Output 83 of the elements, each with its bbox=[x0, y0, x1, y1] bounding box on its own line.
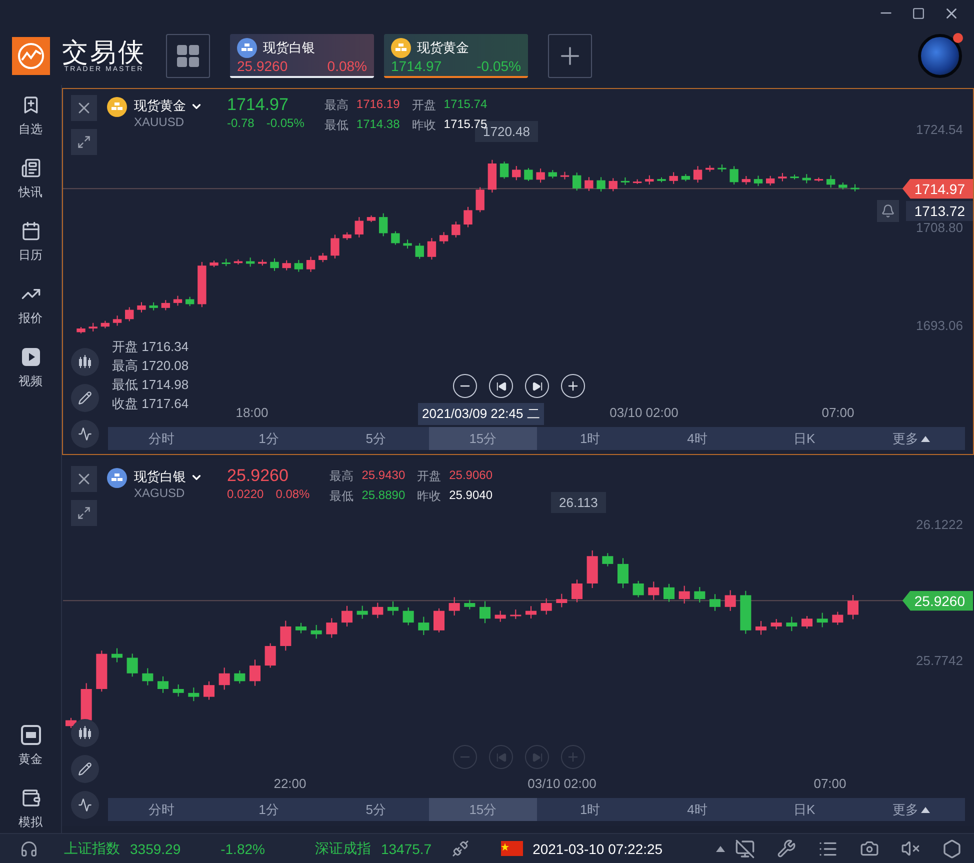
period-tab[interactable]: 1时 bbox=[536, 427, 644, 450]
ohlc-text: 最高 1720.08 bbox=[112, 357, 189, 375]
stat-label: 最高 bbox=[324, 97, 348, 114]
period-tab[interactable]: 分时 bbox=[108, 798, 216, 821]
stat-value: 1716.19 bbox=[356, 97, 400, 113]
quote-tab[interactable]: 现货黄金 1714.97 -0.05% bbox=[384, 34, 528, 78]
period-tab[interactable]: 分时 bbox=[108, 427, 216, 450]
stat-value: 25.9040 bbox=[449, 488, 493, 504]
period-tab[interactable]: 4时 bbox=[644, 427, 751, 450]
price-label: 26.113 bbox=[551, 492, 606, 513]
quote-name: 现货白银 bbox=[263, 38, 315, 56]
axis-label: 1693.06 bbox=[916, 318, 963, 333]
instrument-dropdown[interactable]: 现货黄金 bbox=[134, 97, 203, 115]
datetime-text: 2021-03-10 07:22:25 bbox=[532, 840, 663, 856]
stat-value: 25.8890 bbox=[362, 488, 406, 504]
period-tab[interactable]: 4时 bbox=[644, 798, 751, 821]
quote-change: -0.05% bbox=[476, 58, 521, 74]
axis-label: 03/10 02:00 bbox=[610, 405, 678, 420]
index-value: 13475.7 bbox=[380, 840, 432, 856]
quote-price: 1714.97 bbox=[391, 58, 442, 74]
period-tab[interactable]: 日K bbox=[750, 427, 858, 450]
axis-label: 1708.80 bbox=[916, 220, 963, 235]
ohlc-text: 开盘 1716.34 bbox=[112, 338, 189, 356]
stat-label: 开盘 bbox=[417, 468, 442, 485]
period-tab[interactable]: 15分 bbox=[429, 427, 536, 450]
axis-label: 07:00 bbox=[822, 405, 854, 420]
change-percent-text: -0.05% bbox=[266, 116, 304, 130]
index-name: 上证指数 bbox=[64, 840, 120, 858]
axis-label: 25.7742 bbox=[916, 653, 963, 668]
stat-label: 最低 bbox=[330, 488, 354, 505]
period-tab[interactable]: 15分 bbox=[429, 798, 536, 821]
period-tab[interactable]: 更多 bbox=[858, 427, 965, 450]
stat-label: 昨收 bbox=[412, 117, 436, 134]
quote-price: 25.9260 bbox=[237, 58, 288, 74]
stat-label: 开盘 bbox=[412, 97, 436, 114]
brand-name: 交易侠 bbox=[62, 38, 146, 66]
index-change: -1.82% bbox=[220, 840, 265, 856]
quote-change: 0.08% bbox=[327, 58, 367, 74]
stat-label: 最低 bbox=[324, 117, 348, 134]
change-text: 0.0220 bbox=[227, 487, 264, 501]
stat-value: 1715.74 bbox=[444, 97, 488, 113]
stat-label: 最高 bbox=[330, 468, 354, 485]
stat-value: 1714.38 bbox=[356, 117, 400, 133]
index-value: 3359.29 bbox=[130, 840, 181, 856]
period-tab[interactable]: 1分 bbox=[215, 798, 322, 821]
price-text: 1714.97 bbox=[227, 95, 290, 115]
axis-label: 03/10 02:00 bbox=[528, 776, 596, 791]
change-text: -0.78 bbox=[227, 116, 254, 130]
sidebar-item[interactable]: 日历 bbox=[0, 221, 61, 264]
sidebar-item[interactable]: 黄金 bbox=[0, 725, 61, 768]
period-tab[interactable]: 更多 bbox=[858, 798, 965, 821]
instrument-dropdown[interactable]: 现货白银 bbox=[134, 468, 203, 486]
axis-label: 07:00 bbox=[814, 776, 846, 791]
price-tag: 25.9260 bbox=[902, 590, 973, 611]
period-tab[interactable]: 1时 bbox=[536, 798, 644, 821]
axis-label: 26.1222 bbox=[916, 517, 963, 532]
axis-label: 1724.54 bbox=[916, 122, 963, 137]
axis-label: 22:00 bbox=[274, 776, 306, 791]
period-tab[interactable]: 日K bbox=[750, 798, 858, 821]
symbol-text: XAGUSD bbox=[134, 486, 186, 500]
period-tab[interactable]: 5分 bbox=[322, 427, 430, 450]
ohlc-text: 收盘 1717.64 bbox=[112, 395, 189, 413]
sidebar-item[interactable]: 视频 bbox=[0, 347, 61, 390]
index-name: 深证成指 bbox=[314, 840, 371, 858]
symbol-text: XAUUSD bbox=[134, 115, 186, 129]
sidebar-item[interactable]: 自选 bbox=[0, 95, 61, 138]
stat-value: 25.9430 bbox=[362, 468, 406, 484]
period-tab[interactable]: 5分 bbox=[322, 798, 430, 821]
sidebar-item[interactable]: 快讯 bbox=[0, 158, 61, 201]
ohlc-text: 最低 1714.98 bbox=[112, 376, 189, 394]
stat-label: 昨收 bbox=[417, 488, 442, 505]
sidebar-item[interactable]: 模拟 bbox=[0, 788, 61, 831]
stat-value: 25.9060 bbox=[449, 468, 493, 484]
sidebar-item[interactable]: 报价 bbox=[0, 284, 61, 327]
price-text: 25.9260 bbox=[227, 466, 290, 486]
period-tab[interactable]: 1分 bbox=[215, 427, 322, 450]
cursor-price-tag: 1713.72 bbox=[906, 200, 973, 221]
quote-tab[interactable]: 现货白银 25.9260 0.08% bbox=[230, 34, 374, 78]
cursor-time-label: 2021/03/09 22:45 二 bbox=[418, 403, 544, 425]
price-tag: 1714.97 bbox=[902, 178, 973, 199]
change-percent-text: 0.08% bbox=[276, 487, 310, 501]
axis-label: 18:00 bbox=[236, 405, 268, 420]
quote-name: 现货黄金 bbox=[417, 38, 469, 56]
